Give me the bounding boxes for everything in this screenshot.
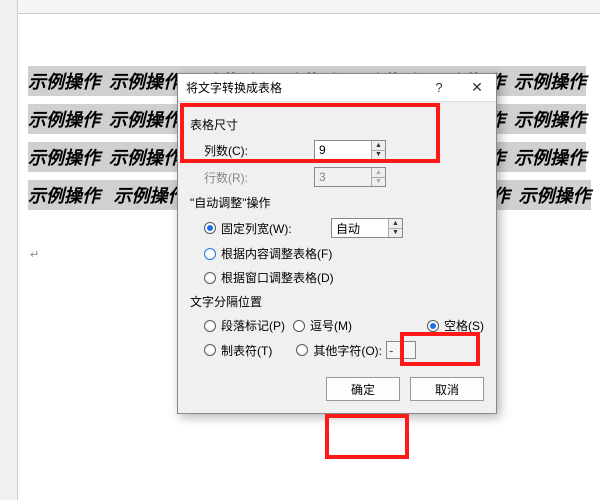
autofit-group-label: "自动调整"操作: [190, 194, 484, 211]
fixed-width-spinner[interactable]: ▲ ▼: [331, 218, 403, 238]
fit-window-option[interactable]: 根据窗口调整表格(D): [204, 269, 484, 286]
rows-label: 行数(R):: [204, 169, 314, 186]
sep-comma-option[interactable]: 逗号(M): [293, 317, 352, 334]
radio-icon[interactable]: [427, 320, 439, 332]
fit-content-option[interactable]: 根据内容调整表格(F): [204, 245, 484, 262]
sep-other-label: 其他字符(O):: [313, 342, 382, 359]
fit-window-label: 根据窗口调整表格(D): [221, 269, 334, 286]
rows-row: 行数(R): ▲ ▼: [204, 166, 484, 188]
sep-tab-option[interactable]: 制表符(T): [204, 342, 272, 359]
radio-icon[interactable]: [293, 320, 305, 332]
sep-space-option[interactable]: 空格(S): [427, 317, 484, 334]
ok-button[interactable]: 确定: [326, 377, 400, 401]
dialog-titlebar[interactable]: 将文字转换成表格 ? ✕: [178, 74, 496, 102]
sep-other-option[interactable]: 其他字符(O):: [296, 341, 416, 359]
rows-spinner: ▲ ▼: [314, 167, 386, 187]
sep-paragraph-option[interactable]: 段落标记(P): [204, 317, 285, 334]
columns-label: 列数(C):: [204, 142, 314, 159]
sep-other-input: [386, 341, 416, 359]
radio-icon[interactable]: [204, 344, 216, 356]
highlight-ok-button: [325, 414, 409, 459]
dialog-title: 将文字转换成表格: [186, 79, 420, 96]
cancel-button[interactable]: 取消: [410, 377, 484, 401]
radio-icon[interactable]: [204, 320, 216, 332]
spinner-up-icon: ▲: [372, 168, 385, 177]
help-button[interactable]: ?: [420, 74, 458, 102]
sep-tab-label: 制表符(T): [221, 342, 272, 359]
close-button[interactable]: ✕: [458, 74, 496, 102]
spinner-down-icon: ▼: [372, 177, 385, 187]
fixed-width-option[interactable]: 固定列宽(W): ▲ ▼: [204, 218, 484, 238]
sep-paragraph-label: 段落标记(P): [221, 317, 285, 334]
radio-icon[interactable]: [204, 248, 216, 260]
spinner-down-icon[interactable]: ▼: [372, 150, 385, 160]
fixed-width-input[interactable]: [332, 219, 388, 237]
spinner-down-icon[interactable]: ▼: [389, 228, 402, 238]
table-size-group-label: 表格尺寸: [190, 116, 484, 133]
separator-group-label: 文字分隔位置: [190, 293, 484, 310]
radio-icon[interactable]: [296, 344, 308, 356]
columns-spinner[interactable]: ▲ ▼: [314, 140, 386, 160]
paragraph-mark: ↵: [30, 248, 39, 261]
fit-content-label: 根据内容调整表格(F): [221, 245, 332, 262]
sep-comma-label: 逗号(M): [310, 317, 352, 334]
spinner-up-icon[interactable]: ▲: [389, 219, 402, 228]
convert-text-to-table-dialog: 将文字转换成表格 ? ✕ 表格尺寸 列数(C): ▲ ▼ 行数(R): ▲ ▼: [177, 73, 497, 414]
sep-space-label: 空格(S): [444, 317, 484, 334]
columns-input[interactable]: [315, 141, 371, 159]
columns-row: 列数(C): ▲ ▼: [204, 139, 484, 161]
radio-icon[interactable]: [204, 222, 216, 234]
spinner-up-icon[interactable]: ▲: [372, 141, 385, 150]
radio-icon[interactable]: [204, 272, 216, 284]
rows-input: [315, 168, 371, 186]
fixed-width-label: 固定列宽(W):: [221, 220, 331, 237]
